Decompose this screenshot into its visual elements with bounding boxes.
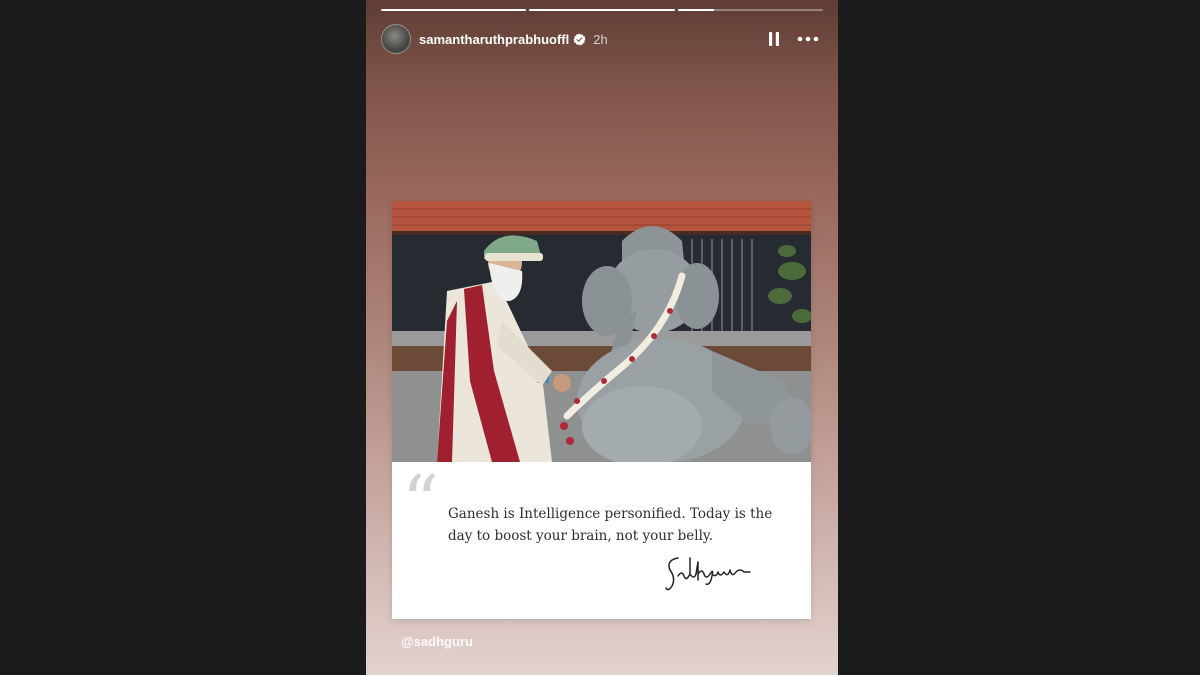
progress-segment-2 — [529, 9, 675, 11]
avatar[interactable] — [381, 24, 411, 54]
shared-post-card[interactable]: “ Ganesh is Intelligence personified. To… — [392, 201, 811, 619]
progress-segment-1 — [381, 9, 527, 11]
username[interactable]: samantharuthprabhuoffl — [419, 32, 569, 47]
pause-button[interactable] — [761, 26, 787, 52]
story-progress-bar — [381, 9, 823, 11]
verified-badge-icon — [573, 33, 586, 46]
quote-section: “ Ganesh is Intelligence personified. To… — [392, 462, 811, 619]
mention-sticker[interactable]: @sadhguru — [401, 634, 473, 649]
more-options-button[interactable] — [793, 26, 823, 52]
more-options-icon — [797, 36, 819, 42]
story-viewer: samantharuthprabhuoffl 2h “ Ganesh is In… — [366, 0, 838, 675]
progress-segment-3 — [677, 9, 823, 11]
post-time: 2h — [593, 31, 608, 47]
post-photo — [392, 201, 811, 462]
pause-icon — [769, 32, 779, 46]
quote-mark-icon: “ — [402, 460, 439, 544]
signature — [664, 550, 754, 601]
story-header: samantharuthprabhuoffl 2h — [381, 22, 823, 56]
quote-text: Ganesh is Intelligence personified. Toda… — [448, 506, 773, 544]
